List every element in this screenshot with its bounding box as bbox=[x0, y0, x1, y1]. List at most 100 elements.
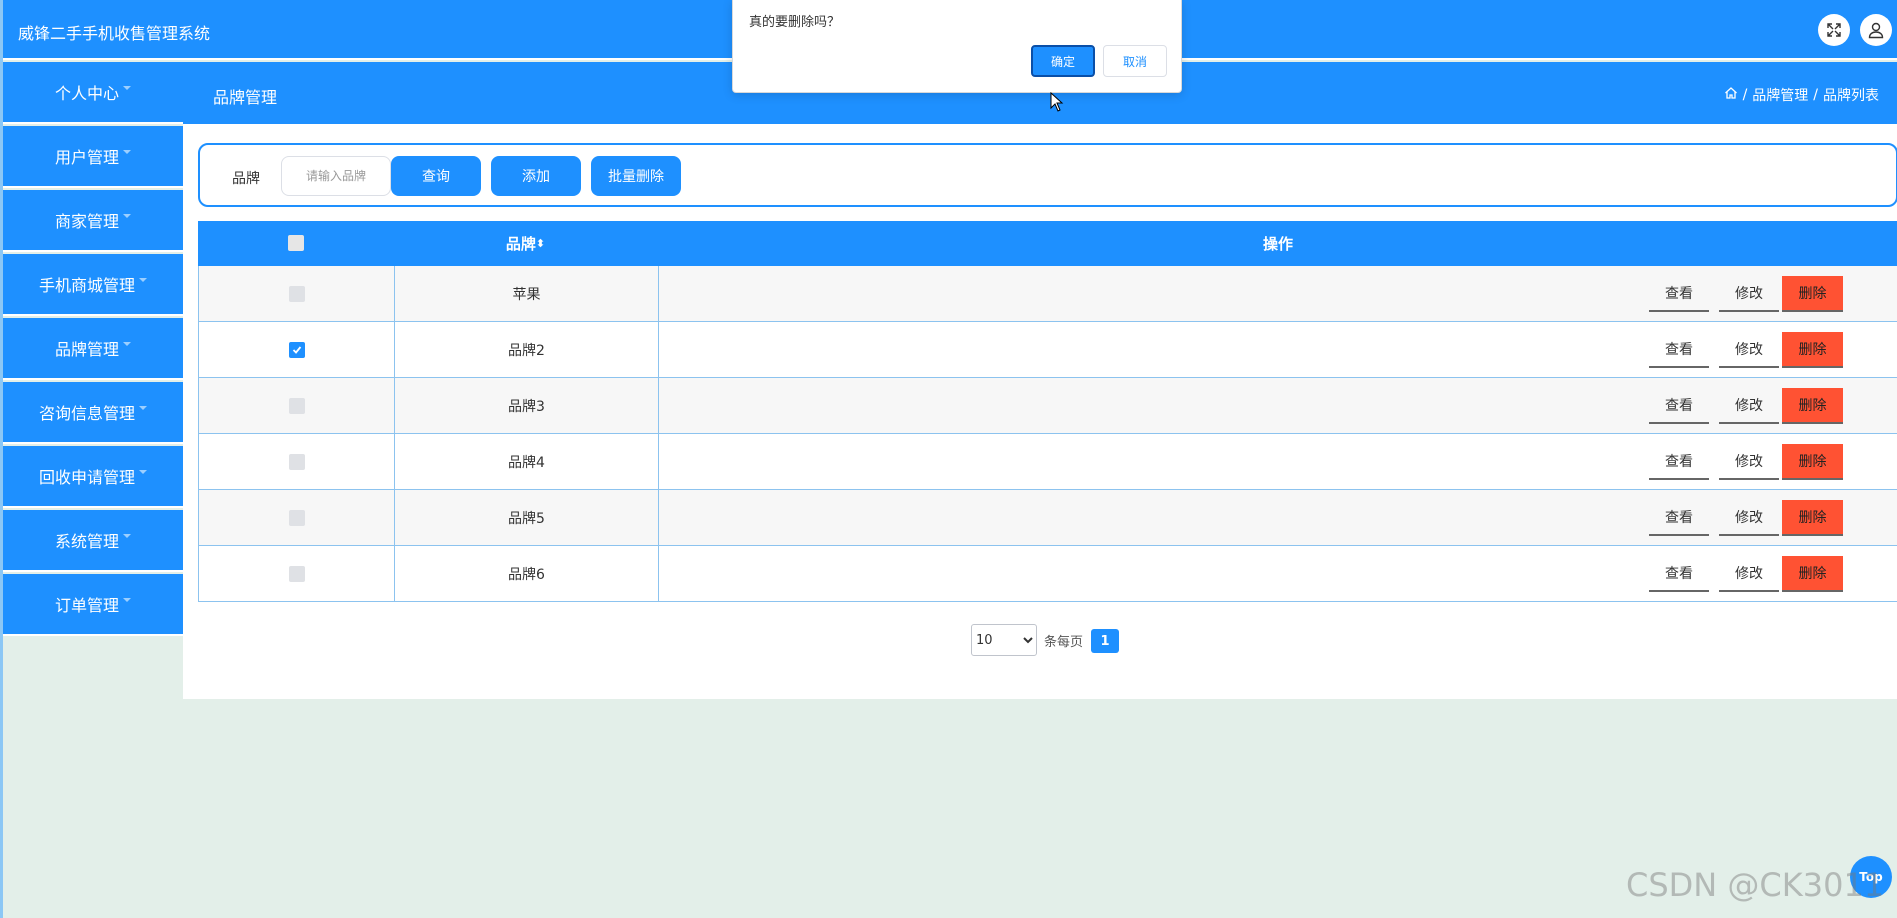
operation-cell: 查看 修改 删除 bbox=[659, 490, 1897, 545]
view-button[interactable]: 查看 bbox=[1649, 444, 1709, 480]
table-row: 品牌2 查看 修改 删除 bbox=[198, 322, 1897, 378]
content-panel: 品牌 查询 添加 批量删除 品牌 ⬍ 操作 苹果查看修改删除品牌2查看修改删除品… bbox=[183, 124, 1897, 699]
confirm-button[interactable]: 确定 bbox=[1031, 45, 1095, 77]
sidebar-item-label: 个人中心 bbox=[54, 84, 119, 103]
sidebar-item[interactable]: 个人中心 bbox=[3, 62, 183, 124]
search-label: 品牌 bbox=[232, 171, 260, 187]
sidebar-item-label: 咨询信息管理 bbox=[38, 404, 135, 423]
sidebar-item[interactable]: 订单管理 bbox=[3, 574, 183, 636]
row-checkbox-cell bbox=[199, 266, 394, 321]
page-size-select[interactable]: 10 bbox=[971, 624, 1037, 656]
view-button[interactable]: 查看 bbox=[1649, 388, 1709, 424]
app-title: 威锋二手手机收售管理系统 bbox=[18, 24, 211, 43]
edit-button[interactable]: 修改 bbox=[1719, 332, 1779, 368]
sidebar-item[interactable]: 回收申请管理 bbox=[3, 446, 183, 508]
row-checkbox[interactable] bbox=[288, 341, 305, 358]
column-header-operation: 操作 bbox=[1262, 235, 1293, 253]
mouse-cursor-icon bbox=[1050, 91, 1064, 116]
page-number-button[interactable]: 1 bbox=[1091, 629, 1119, 653]
sidebar-item[interactable]: 品牌管理 bbox=[3, 318, 183, 380]
edit-button[interactable]: 修改 bbox=[1719, 444, 1779, 480]
table-row: 品牌5 查看 修改 删除 bbox=[198, 490, 1897, 546]
brand-search-input[interactable] bbox=[281, 156, 391, 196]
row-checkbox[interactable] bbox=[288, 509, 305, 526]
sort-icon: ⬍ bbox=[535, 237, 546, 250]
table-header: 品牌 ⬍ 操作 bbox=[198, 221, 1897, 266]
delete-button[interactable]: 删除 bbox=[1782, 276, 1843, 312]
dialog-message: 真的要删除吗？ bbox=[749, 15, 841, 30]
table-row: 品牌3 查看 修改 删除 bbox=[198, 378, 1897, 434]
page-title: 品牌管理 bbox=[213, 88, 278, 107]
breadcrumb: / 品牌管理 / 品牌列表 bbox=[1724, 85, 1879, 105]
breadcrumb-separator: / bbox=[1742, 87, 1748, 103]
view-button[interactable]: 查看 bbox=[1649, 500, 1709, 536]
breadcrumb-item-brand-management[interactable]: 品牌管理 bbox=[1752, 85, 1808, 105]
breadcrumb-separator: / bbox=[1813, 87, 1818, 103]
delete-button[interactable]: 删除 bbox=[1782, 556, 1843, 592]
edit-button[interactable]: 修改 bbox=[1719, 500, 1779, 536]
edit-button[interactable]: 修改 bbox=[1719, 556, 1779, 592]
user-icon[interactable] bbox=[1860, 14, 1892, 46]
operation-cell: 查看 修改 删除 bbox=[659, 546, 1897, 601]
row-checkbox-cell bbox=[199, 322, 394, 377]
caret-down-icon bbox=[123, 598, 131, 602]
caret-down-icon bbox=[123, 214, 131, 218]
sidebar-item[interactable]: 商家管理 bbox=[3, 190, 183, 252]
operation-cell: 查看 修改 删除 bbox=[659, 322, 1897, 377]
view-button[interactable]: 查看 bbox=[1649, 332, 1709, 368]
delete-button[interactable]: 删除 bbox=[1782, 332, 1843, 368]
home-icon[interactable] bbox=[1724, 86, 1738, 104]
caret-down-icon bbox=[139, 278, 147, 282]
fullscreen-icon[interactable] bbox=[1818, 14, 1850, 46]
select-all-checkbox[interactable] bbox=[288, 235, 304, 251]
table-row: 品牌6 查看 修改 删除 bbox=[198, 546, 1897, 602]
edit-button[interactable]: 修改 bbox=[1719, 388, 1779, 424]
confirm-dialog: 真的要删除吗？ 确定 取消 bbox=[732, 0, 1182, 93]
sidebar-item-label: 回收申请管理 bbox=[38, 468, 135, 487]
column-header-brand[interactable]: 品牌 ⬍ bbox=[393, 221, 658, 266]
delete-button[interactable]: 删除 bbox=[1782, 444, 1843, 480]
row-checkbox[interactable] bbox=[288, 453, 305, 470]
brand-table: 品牌 ⬍ 操作 苹果 查看 修改 删除 品牌2 查看 修改 删除 品牌3 查看 修改 删除 品牌4 查看修… bbox=[198, 221, 1897, 602]
edit-button[interactable]: 修改 bbox=[1719, 276, 1779, 312]
row-checkbox-cell bbox=[199, 378, 394, 433]
sidebar-item-label: 用户管理 bbox=[54, 148, 119, 167]
delete-button[interactable]: 删除 bbox=[1782, 388, 1843, 424]
sidebar-item-label: 手机商城管理 bbox=[38, 276, 135, 295]
query-button[interactable]: 查询 bbox=[391, 156, 481, 196]
sidebar-item-label: 系统管理 bbox=[54, 532, 119, 551]
table-row: 品牌4 查看 修改 删除 bbox=[198, 434, 1897, 490]
table-body: 苹果 查看 修改 删除 品牌2 查看 修改 删除 品牌3 查看 修改 删除 品牌4 查看 修改 删除 品牌5 查看… bbox=[198, 266, 1897, 602]
caret-down-icon bbox=[123, 342, 131, 346]
cancel-button[interactable]: 取消 bbox=[1103, 45, 1167, 77]
view-button[interactable]: 查看 bbox=[1649, 556, 1709, 592]
delete-button[interactable]: 删除 bbox=[1782, 500, 1843, 536]
sidebar-item[interactable]: 咨询信息管理 bbox=[3, 382, 183, 444]
row-checkbox[interactable] bbox=[288, 397, 305, 414]
checkmark-icon bbox=[292, 345, 301, 354]
brand-cell: 品牌5 bbox=[394, 490, 659, 545]
brand-cell: 品牌2 bbox=[394, 322, 659, 377]
caret-down-icon bbox=[123, 150, 131, 154]
sidebar-item[interactable]: 用户管理 bbox=[3, 126, 183, 188]
row-checkbox[interactable] bbox=[288, 285, 305, 302]
per-page-label: 条每页 bbox=[1044, 635, 1084, 650]
sidebar-item[interactable]: 系统管理 bbox=[3, 510, 183, 572]
brand-cell: 品牌4 bbox=[394, 434, 659, 489]
row-checkbox[interactable] bbox=[288, 565, 305, 582]
row-checkbox-cell bbox=[199, 546, 394, 601]
table-row: 苹果 查看 修改 删除 bbox=[198, 266, 1897, 322]
sidebar: 个人中心用户管理商家管理手机商城管理品牌管理咨询信息管理 回收申请管理 系统管理订单… bbox=[3, 62, 183, 638]
batch-delete-button[interactable]: 批量删除 bbox=[591, 156, 681, 196]
add-button[interactable]: 添加 bbox=[491, 156, 581, 196]
brand-cell: 品牌3 bbox=[394, 378, 659, 433]
row-checkbox-cell bbox=[199, 490, 394, 545]
operation-cell: 查看 修改 删除 bbox=[659, 266, 1897, 321]
caret-down-icon bbox=[123, 534, 131, 538]
operation-cell: 查看 修改 删除 bbox=[659, 434, 1897, 489]
sidebar-item[interactable]: 手机商城管理 bbox=[3, 254, 183, 316]
view-button[interactable]: 查看 bbox=[1649, 276, 1709, 312]
caret-down-icon bbox=[139, 470, 147, 474]
sidebar-item-label: 商家管理 bbox=[54, 212, 119, 231]
column-header-brand-label: 品牌 bbox=[505, 235, 536, 253]
